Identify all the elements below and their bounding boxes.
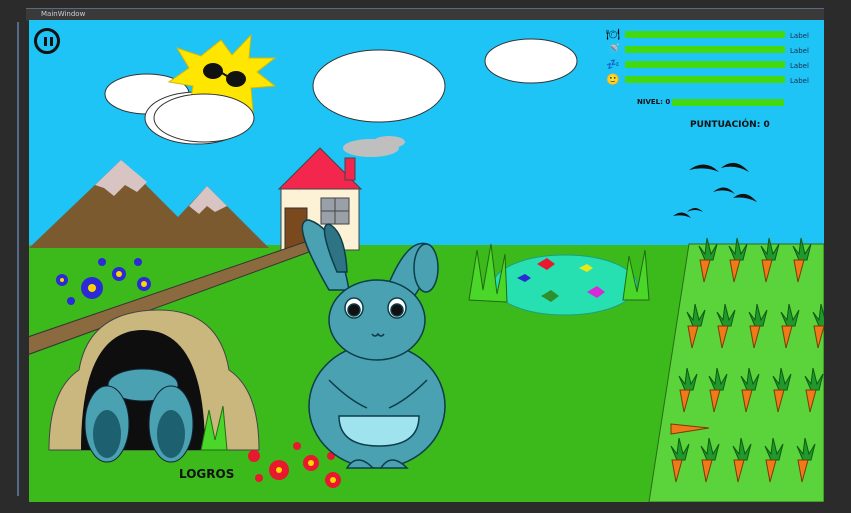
carrot[interactable] xyxy=(670,437,690,483)
loose-carrot[interactable] xyxy=(670,423,710,435)
carrot[interactable] xyxy=(760,237,780,283)
window-left-border xyxy=(17,22,19,496)
carrot[interactable] xyxy=(796,437,816,483)
carrot[interactable] xyxy=(764,437,784,483)
stat-bar xyxy=(625,76,785,83)
level-progress-bar xyxy=(672,99,784,106)
carrot[interactable] xyxy=(716,303,736,349)
level-label: NIVEL: 0 xyxy=(637,98,671,106)
carrot[interactable] xyxy=(686,303,706,349)
happiness-icon: 🙂 xyxy=(606,73,620,86)
carrot[interactable] xyxy=(698,237,718,283)
carrot[interactable] xyxy=(804,367,824,413)
stat-bar xyxy=(625,46,785,53)
main-window: MainWindow 🍽 Label 🚿 Label 💤 Label 🙂 Lab… xyxy=(0,0,851,513)
carrot[interactable] xyxy=(732,437,752,483)
stat-label: Label xyxy=(790,47,809,55)
carrot[interactable] xyxy=(678,367,698,413)
carrot[interactable] xyxy=(700,437,720,483)
achievements-button[interactable]: LOGROS xyxy=(179,467,234,481)
stat-label: Label xyxy=(790,77,809,85)
food-icon: 🍽 xyxy=(606,28,620,41)
carrot[interactable] xyxy=(780,303,800,349)
sleep-icon: 💤 xyxy=(606,58,620,71)
pause-button[interactable] xyxy=(34,28,60,54)
carrot[interactable] xyxy=(748,303,768,349)
carrot[interactable] xyxy=(708,367,728,413)
score-label: PUNTUACIÓN: 0 xyxy=(690,120,770,130)
carrot[interactable] xyxy=(792,237,812,283)
carrot[interactable] xyxy=(772,367,792,413)
shower-icon: 🚿 xyxy=(606,43,620,56)
carrots-layer xyxy=(670,237,824,483)
carrot[interactable] xyxy=(812,303,824,349)
game-scene: 🍽 Label 🚿 Label 💤 Label 🙂 Label NIVEL: 0 PUNTUA… xyxy=(29,20,824,502)
window-title: MainWindow xyxy=(41,10,86,18)
carrot[interactable] xyxy=(728,237,748,283)
stat-label: Label xyxy=(790,32,809,40)
stat-label: Label xyxy=(790,62,809,70)
carrot[interactable] xyxy=(740,367,760,413)
stat-bar xyxy=(625,31,785,38)
stat-bar xyxy=(625,61,785,68)
